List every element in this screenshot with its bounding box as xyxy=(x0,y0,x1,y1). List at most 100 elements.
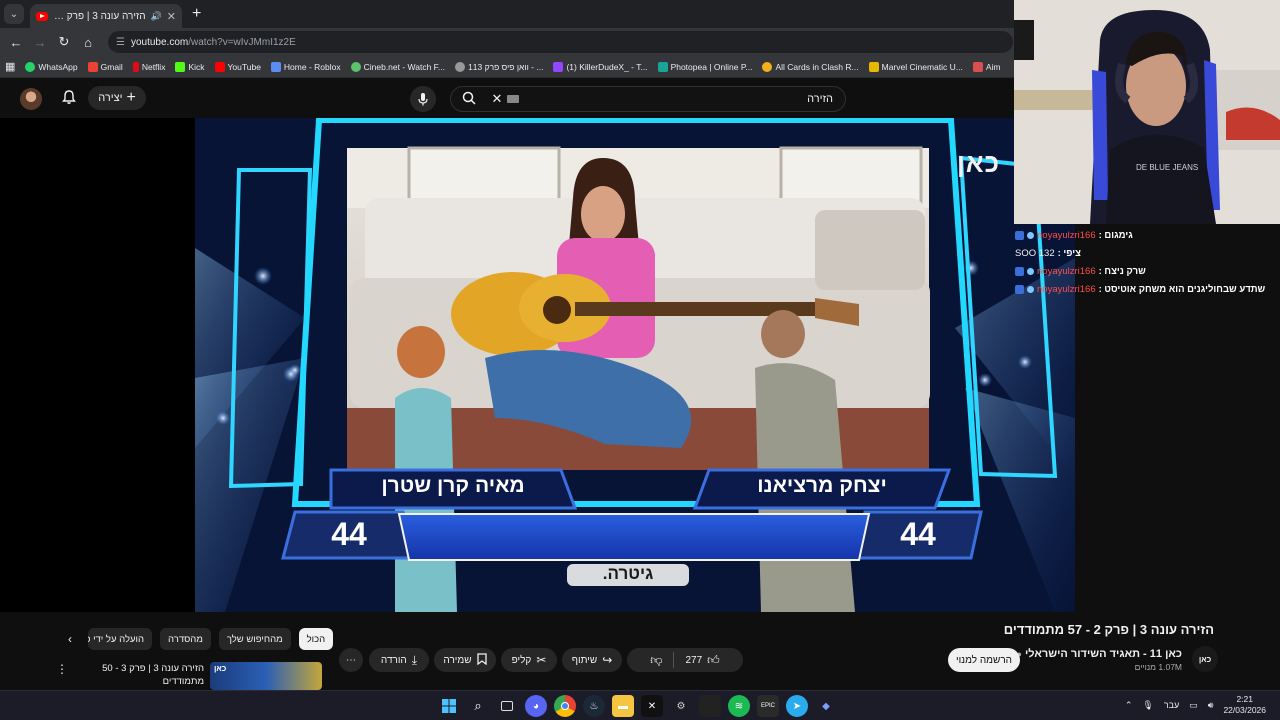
tab-search-button[interactable]: ⌄ xyxy=(4,4,24,24)
tab-title: הזירה עונה 3 | פרק 2 - 57 מ xyxy=(53,10,146,22)
globe-icon xyxy=(455,61,466,72)
browser-tab-bar: ⌄ הזירה עונה 3 | פרק 2 - 57 מ 🔊 ✕ + xyxy=(0,0,1014,28)
like-dislike-group: 👎︎ 277 👍︎ xyxy=(627,648,743,672)
chip-from-search[interactable]: מהחיפוש שלך xyxy=(218,628,291,650)
volume-icon[interactable]: 🔊︎ xyxy=(1208,700,1214,711)
chat-username: noyayulzri166 xyxy=(1037,265,1096,277)
bookmark-kick[interactable]: Kick xyxy=(170,61,209,72)
capcut-icon[interactable]: ✕ xyxy=(641,695,663,717)
more-actions-button[interactable]: ⋯ xyxy=(339,648,363,672)
search-input[interactable]: ✕ הזירה xyxy=(450,86,846,112)
chat-message-text: שתדע שבחוליגנים הוא משחק אוטיסט : xyxy=(1098,283,1266,295)
speaker-icon[interactable]: 🔊 xyxy=(151,11,162,22)
windows-taskbar: ⌕ ◕ ♨ ▬ ✕ ⚙ ≋ EPIC ➤ ◆ ⌃ 🎙︎ עבר ▭ 🔊︎ 2:2… xyxy=(0,690,1280,720)
home-icon[interactable]: ⌂ xyxy=(76,35,100,50)
clear-search-icon[interactable]: ✕ xyxy=(487,91,507,107)
bookmark-youtube[interactable]: YouTube xyxy=(210,61,266,72)
keyboard-icon[interactable] xyxy=(507,95,519,103)
windows-start-icon[interactable] xyxy=(438,695,460,717)
back-arrow-icon[interactable]: ← xyxy=(4,35,28,50)
search-icon[interactable] xyxy=(451,91,487,108)
settings-gear-icon[interactable]: ⚙ xyxy=(670,695,692,717)
system-tray: ⌃ 🎙︎ עבר ▭ 🔊︎ 2:21 22/03/2026 xyxy=(1125,694,1266,716)
url-input[interactable]: ☰ youtube.com/watch?v=wIvJMmI1z2E xyxy=(108,31,1013,53)
marvel-icon xyxy=(868,61,879,72)
like-icon[interactable]: 👍︎ xyxy=(707,653,720,668)
file-explorer-icon[interactable]: ▬ xyxy=(612,695,634,717)
screen: ⌄ הזירה עונה 3 | פרק 2 - 57 מ 🔊 ✕ + ← → … xyxy=(0,0,1280,720)
voice-search-mic-icon[interactable] xyxy=(410,86,436,112)
contestant-left-name: מאיה קרן שטרן xyxy=(381,474,525,497)
chat-platform-icon xyxy=(1015,284,1024,294)
bookmark-netflix[interactable]: Netflix xyxy=(128,61,171,72)
new-tab-button[interactable]: + xyxy=(192,5,201,23)
channel-name[interactable]: כאן 11 - תאגיד השידור הישראלי ● xyxy=(1016,648,1182,660)
bookmark-photopea[interactable]: Photopea | Online P... xyxy=(653,61,758,72)
rec-more-options-icon[interactable]: ⋮ xyxy=(56,662,68,676)
avatar[interactable] xyxy=(20,88,42,110)
reload-icon[interactable]: ↻ xyxy=(52,34,76,50)
bookmark-gmail[interactable]: Gmail xyxy=(83,61,128,72)
telegram-icon[interactable]: ➤ xyxy=(786,695,808,717)
site-info-icon[interactable]: ☰ xyxy=(116,37,125,48)
dislike-icon[interactable]: 👎︎ xyxy=(650,653,662,668)
bookmark-clash-royale[interactable]: All Cards in Clash R... xyxy=(757,61,863,72)
apps-grid-icon[interactable]: ▦ xyxy=(0,60,20,73)
dark-app-icon[interactable] xyxy=(699,695,721,717)
chat-platform-icon xyxy=(1015,266,1024,276)
spotify-icon[interactable]: ≋ xyxy=(728,695,750,717)
chat-message-text: גימגום : xyxy=(1098,229,1133,241)
microphone-icon[interactable]: 🎙︎ xyxy=(1142,700,1153,711)
bookmark-twitch[interactable]: (1) KillerDudeX_ - T... xyxy=(548,61,652,72)
app-diamond-icon[interactable]: ◆ xyxy=(815,695,837,717)
taskbar-apps: ⌕ ◕ ♨ ▬ ✕ ⚙ ≋ EPIC ➤ ◆ xyxy=(438,695,837,717)
subscribe-button[interactable]: הרשמה למנוי xyxy=(948,648,1020,672)
channel-avatar[interactable]: כאן xyxy=(1192,646,1218,672)
tab-close-icon[interactable]: ✕ xyxy=(167,10,176,23)
taskbar-search-icon[interactable]: ⌕ xyxy=(467,695,489,717)
discord-icon[interactable]: ◕ xyxy=(525,695,547,717)
video-player[interactable]: כאן מאיה קרן שטרן יצחק מרציאנו 44 44 גיט… xyxy=(195,118,1075,612)
bookmark-onepiece[interactable]: וואן פיס פרק 113 - ... xyxy=(450,61,548,72)
recommended-video[interactable]: הזירה עונה 3 | פרק 3 - 50 מתמודדים כאן xyxy=(96,662,322,690)
whatsapp-icon xyxy=(25,61,36,72)
video-title: הזירה עונה 3 | פרק 2 - 57 מתמודדים xyxy=(1003,622,1214,637)
tray-overflow-chevron-icon[interactable]: ⌃ xyxy=(1125,700,1133,711)
epic-games-icon[interactable]: EPIC xyxy=(757,695,779,717)
forward-arrow-icon[interactable]: → xyxy=(28,35,52,50)
save-button[interactable]: שמירה xyxy=(434,648,496,672)
task-view-icon[interactable] xyxy=(496,695,518,717)
display-icon[interactable]: ▭ xyxy=(1189,700,1198,711)
language-indicator[interactable]: עבר xyxy=(1164,700,1179,710)
chip-all[interactable]: הכול xyxy=(298,628,334,650)
subscriber-count: 1.07M מנויים xyxy=(1134,662,1182,672)
bookmark-cineb[interactable]: Cineb.net - Watch F... xyxy=(346,61,450,72)
share-button[interactable]: שיתוף ↪ xyxy=(562,648,622,672)
plus-icon: + xyxy=(126,89,136,106)
like-count[interactable]: 277 xyxy=(685,655,702,666)
chevron-left-icon[interactable]: ‹ xyxy=(60,632,80,646)
chip-from-series[interactable]: מהסדרה xyxy=(160,628,211,650)
chat-badge-icon xyxy=(1027,267,1034,275)
download-button[interactable]: הורדה ⤓ xyxy=(369,648,429,672)
bookmark-aim[interactable]: Aim xyxy=(968,61,1006,72)
chat-username: noyayulzri166 xyxy=(1037,229,1096,241)
bookmark-whatsapp[interactable]: WhatsApp xyxy=(20,61,82,72)
youtube-icon xyxy=(214,61,225,72)
clip-label: קליפ xyxy=(511,654,532,666)
chip-uploaded-by[interactable]: הועלה על ידי כאן xyxy=(88,628,152,650)
chrome-icon[interactable] xyxy=(554,695,576,717)
clip-button[interactable]: קליפ ✂ xyxy=(501,648,557,672)
browser-tab-active[interactable]: הזירה עונה 3 | פרק 2 - 57 מ 🔊 ✕ xyxy=(30,4,182,28)
chat-message-text: ציפי : xyxy=(1057,247,1081,259)
chat-badge-icon xyxy=(1027,231,1034,239)
steam-icon[interactable]: ♨ xyxy=(583,695,605,717)
score-left: 44 xyxy=(331,516,367,552)
bookmark-marvel[interactable]: Marvel Cinematic U... xyxy=(864,61,968,72)
chat-overlay: גימגום : noyayulzri166 ציפי : SOO 132 שר… xyxy=(1015,226,1280,306)
clock[interactable]: 2:21 22/03/2026 xyxy=(1223,694,1266,716)
notifications-bell-icon[interactable] xyxy=(60,89,78,107)
svg-text:DE BLUE JEANS: DE BLUE JEANS xyxy=(1136,163,1198,172)
bookmark-roblox[interactable]: Home - Roblox xyxy=(266,61,346,72)
create-button[interactable]: יצירה + xyxy=(88,86,146,110)
